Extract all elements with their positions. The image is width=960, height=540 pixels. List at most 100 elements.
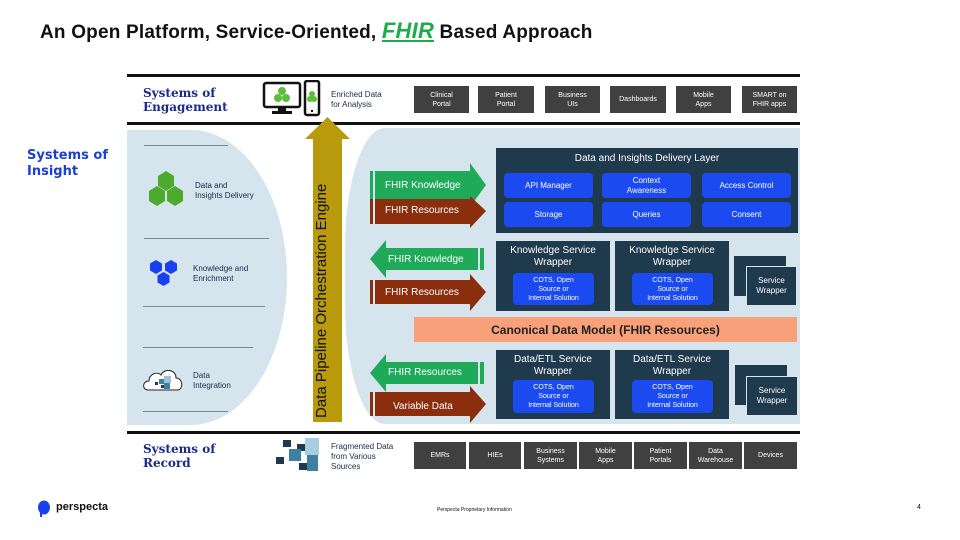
delivery-queries[interactable]: Queries (602, 202, 691, 227)
stack-line1: Service (758, 276, 785, 285)
inner-line3: Internal Solution (647, 294, 698, 302)
item-line1: Queries (632, 209, 661, 219)
service-wrapper-stack-front[interactable]: Service Wrapper (746, 266, 797, 306)
source-patient-portals[interactable]: Patient Portals (634, 442, 687, 469)
systems-of-engagement-label: Systems of Engagement (143, 86, 228, 114)
source-line2: Portals (649, 456, 672, 464)
fragmented-line1: Fragmented Data (331, 442, 394, 451)
green-hexagon-cluster-icon (149, 171, 183, 206)
source-line2: Warehouse (697, 456, 734, 464)
title-prefix: An Open Platform, Service-Oriented, (40, 22, 377, 43)
cots-solution[interactable]: COTS, Open Source or Internal Solution (632, 380, 713, 413)
source-line1: Data (708, 447, 723, 455)
channel-patient-portal[interactable]: Patient Portal (478, 86, 534, 113)
orchestration-engine-label: Data Pipeline Orchestration Engine (313, 183, 330, 418)
separator (143, 306, 265, 307)
title-suffix: Based Approach (439, 22, 593, 43)
source-hies[interactable]: HIEs (469, 442, 521, 469)
inner-line2: Source or (657, 393, 688, 400)
inner-line3: Internal Solution (528, 294, 579, 302)
channel-line2: Portal (496, 100, 516, 108)
systems-of-insight-label: Systems of Insight (27, 148, 108, 180)
source-line2: Systems (537, 456, 564, 464)
channel-dashboards[interactable]: Dashboards (610, 86, 666, 113)
wrapper-title-line1: Knowledge Service (510, 245, 596, 256)
channel-line1: Business (558, 91, 587, 99)
layer-data-integration: Data Integration (193, 371, 231, 391)
stack-line2: Wrapper (756, 396, 788, 405)
source-mobile-apps[interactable]: Mobile Apps (579, 442, 632, 469)
channel-line1: Clinical (430, 91, 453, 99)
inner-line3: Internal Solution (647, 402, 698, 409)
layer-line2: Integration (193, 381, 231, 390)
item-line1: Consent (731, 209, 762, 219)
inner-line1: COTS, Open (652, 276, 693, 284)
wrapper-title-line1: Data/ETL Service (514, 354, 592, 365)
monitor-phone-icon (262, 80, 321, 117)
enriched-data-label: Enriched Data for Analysis (331, 90, 382, 110)
delivery-consent[interactable]: Consent (702, 202, 791, 227)
blue-hexagons-icon (150, 260, 177, 286)
page-title: An Open Platform, Service-Oriented, FHIR… (40, 18, 593, 44)
separator (144, 145, 228, 146)
channel-mobile-apps[interactable]: Mobile Apps (676, 86, 731, 113)
divider-engagement (127, 122, 800, 125)
channel-smart-on-fhir[interactable]: SMART on FHIR apps (742, 86, 797, 113)
knowledge-service-wrapper[interactable]: Knowledge Service Wrapper COTS, Open Sourc… (615, 241, 729, 311)
inner-line1: COTS, Open (652, 384, 693, 391)
channel-line2: UIs (567, 100, 578, 108)
source-line2: Apps (597, 456, 614, 464)
arrow-label: FHIR Resources (385, 205, 459, 216)
cots-solution[interactable]: COTS, Open Source or Internal Solution (513, 380, 594, 413)
perspecta-logo-icon (38, 500, 50, 517)
item-line2: Awareness (626, 185, 667, 195)
channel-line1: SMART on (752, 91, 787, 99)
source-line1: Devices (758, 452, 783, 459)
layer-line1: Data (193, 371, 210, 380)
fragmented-data-icon (276, 438, 319, 471)
arrow-label: FHIR Knowledge (388, 254, 464, 265)
item-line1: Storage (534, 209, 563, 219)
inner-line1: COTS, Open (533, 384, 574, 391)
item-line1: Access Control (719, 180, 774, 190)
arrow-label: FHIR Resources (388, 367, 462, 378)
channel-business-uis[interactable]: Business UIs (545, 86, 600, 113)
wrapper-title-line1: Data/ETL Service (633, 354, 711, 365)
record-label-line1: Systems of (143, 442, 216, 456)
stack-line1: Service (758, 386, 786, 395)
inner-line2: Source or (657, 285, 688, 293)
arrow-label: FHIR Knowledge (385, 180, 461, 191)
canonical-data-model[interactable]: Canonical Data Model (FHIR Resources) (414, 317, 797, 342)
source-devices[interactable]: Devices (744, 442, 797, 469)
divider-top (127, 74, 800, 77)
channel-line1: Patient (495, 91, 517, 99)
layer-data-insights-delivery: Data and Insights Delivery (195, 181, 254, 201)
wrapper-title-line2: Wrapper (652, 366, 692, 377)
cots-solution[interactable]: COTS, Open Source or Internal Solution (513, 273, 594, 305)
source-business-systems[interactable]: Business Systems (524, 442, 577, 469)
inner-line2: Source or (538, 393, 569, 400)
source-emrs[interactable]: EMRs (414, 442, 466, 469)
delivery-access-control[interactable]: Access Control (702, 173, 791, 198)
fragmented-line2: from Various (331, 452, 376, 461)
channel-clinical-portal[interactable]: Clinical Portal (414, 86, 469, 113)
insight-label-line1: Systems of (27, 148, 109, 163)
separator (143, 347, 253, 348)
inner-line2: Source or (538, 285, 569, 293)
engagement-label-line1: Systems of (143, 86, 216, 100)
etl-service-wrapper[interactable]: Data/ETL Service Wrapper COTS, Open Source… (496, 350, 610, 419)
delivery-storage[interactable]: Storage (504, 202, 593, 227)
knowledge-service-wrapper[interactable]: Knowledge Service Wrapper COTS, Open Sourc… (496, 241, 610, 311)
delivery-context-awareness[interactable]: Context Awareness (602, 173, 691, 198)
proprietary-notice: Perspecta Proprietary Information (437, 507, 512, 513)
etl-service-wrapper[interactable]: Data/ETL Service Wrapper COTS, Open Source… (615, 350, 729, 419)
layer-line2: Insights Delivery (195, 191, 254, 200)
service-wrapper-stack-front[interactable]: Service Wrapper (746, 376, 798, 416)
cots-solution[interactable]: COTS, Open Source or Internal Solution (632, 273, 713, 305)
layer-line1: Data and (195, 181, 228, 190)
channel-line1: Mobile (693, 91, 714, 99)
source-data-warehouse[interactable]: Data Warehouse (689, 442, 742, 469)
inner-line1: COTS, Open (533, 276, 574, 284)
delivery-api-manager[interactable]: API Manager (504, 173, 593, 198)
layer-line2: Enrichment (193, 274, 234, 283)
